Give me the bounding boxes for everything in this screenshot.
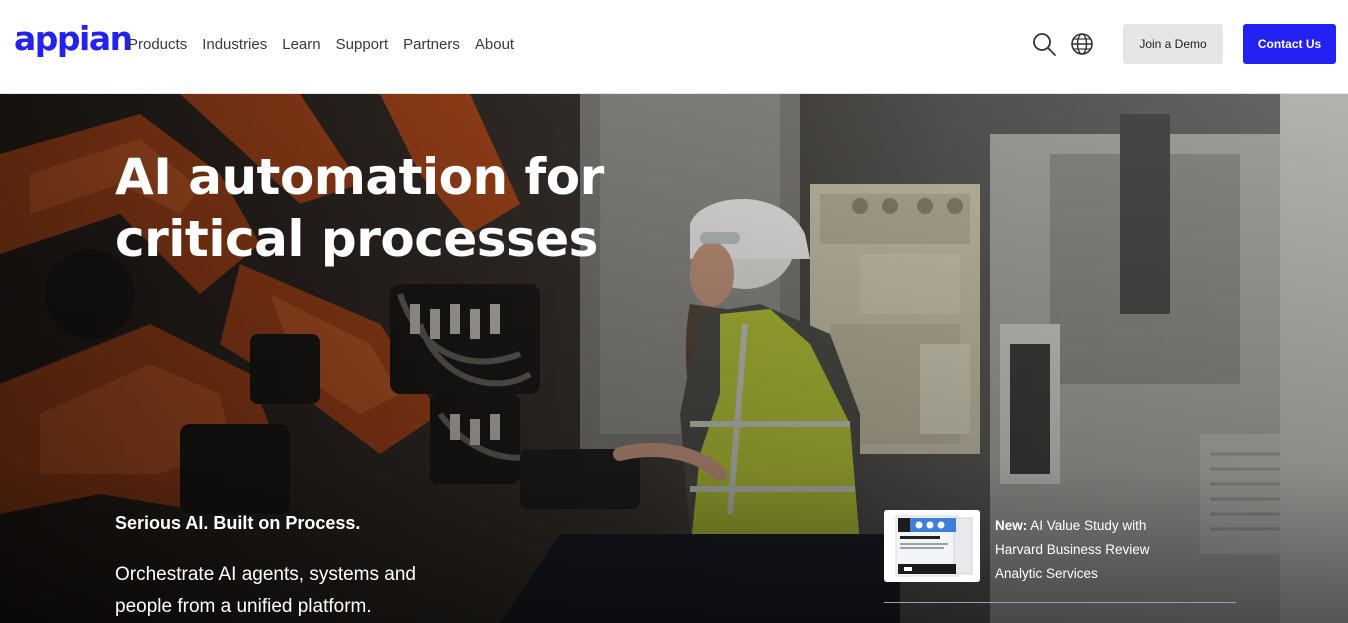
hero-tagline: Serious AI. Built on Process. [115, 513, 361, 533]
appian-logo[interactable]: appian [14, 22, 133, 55]
promo-text: New: AI Value Study with Harvard Busines… [995, 514, 1185, 586]
nav-item-partners[interactable]: Partners [403, 35, 460, 55]
promo-prefix: New: [995, 518, 1028, 533]
site-header: appian Products Industries Learn Support… [0, 0, 1348, 94]
hero-title-line-2: critical processes [115, 210, 598, 268]
main-nav: Products Industries Learn Support Partne… [128, 35, 529, 55]
nav-item-support[interactable]: Support [336, 35, 389, 55]
hero-section: AI automation for critical processes Ser… [0, 94, 1348, 623]
nav-item-learn[interactable]: Learn [282, 35, 320, 55]
promo-card[interactable]: New: AI Value Study with Harvard Busines… [884, 510, 1236, 604]
nav-item-about[interactable]: About [475, 35, 514, 55]
nav-item-products[interactable]: Products [128, 35, 187, 55]
promo-thumbnail [884, 510, 980, 582]
join-demo-button[interactable]: Join a Demo [1123, 24, 1223, 64]
contact-us-button[interactable]: Contact Us [1243, 24, 1336, 64]
search-icon[interactable] [1031, 31, 1057, 57]
nav-item-industries[interactable]: Industries [202, 35, 267, 55]
promo-divider [884, 602, 1236, 603]
hero-description: Orchestrate AI agents, systems and peopl… [115, 564, 416, 617]
globe-icon[interactable] [1069, 31, 1095, 57]
hero-title-line-1: AI automation for [115, 148, 604, 206]
hero-title: AI automation for critical processes [115, 146, 635, 270]
